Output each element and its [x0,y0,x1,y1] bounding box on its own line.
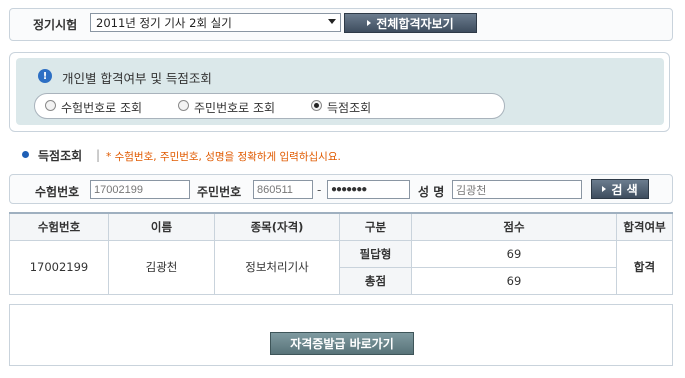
header-exam-number: 수험번호 [9,212,109,241]
cell-result: 합격 [616,239,673,295]
table-header-row: 수험번호 이름 종목(자격) 구분 점수 합격여부 [9,212,673,241]
search-button[interactable]: 검 색 [591,179,649,199]
cell-score-total: 69 [411,266,617,295]
section-note: * 수험번호, 주민번호, 성명을 정확하게 입력하십시요. [106,151,341,163]
radio-exam-number-label[interactable]: 수험번호로 조회 [61,99,142,116]
radio-resident-number-label[interactable]: 주민번호로 조회 [194,99,275,116]
header-certificate: 종목(자격) [214,212,340,241]
header-result: 합격여부 [616,212,673,241]
view-all-passers-button[interactable]: 전체합격자보기 [344,13,477,33]
cell-exam-number: 17002199 [9,239,109,295]
radio-exam-number[interactable] [45,100,56,111]
chevron-down-icon [328,19,336,24]
inquiry-options-title: 개인별 합격여부 및 득점조회 [62,71,212,86]
radio-score-inquiry[interactable] [311,100,322,111]
cell-certificate: 정보처리기사 [214,239,340,295]
cell-category-written: 필답형 [339,239,412,268]
section-separator: | [96,148,101,162]
radio-resident-number[interactable] [178,100,189,111]
info-icon: ! [38,69,52,83]
arrow-right-icon [367,20,372,26]
exam-select-value: 2011년 정기 기사 2회 실기 [96,16,232,30]
header-category: 구분 [339,212,412,241]
name-input[interactable] [452,180,582,199]
view-all-passers-label: 전체합격자보기 [376,16,454,31]
radio-score-inquiry-label[interactable]: 득점조회 [327,99,371,116]
section-title: 득점조회 [38,149,83,163]
search-button-label: 검 색 [611,182,638,197]
exam-type-label: 정기시험 [33,18,78,32]
bullet-icon [22,151,29,158]
resident-number-label: 주민번호 [197,185,242,199]
exam-select[interactable]: 2011년 정기 기사 2회 실기 [90,13,341,32]
cell-name: 김광천 [108,239,215,295]
exam-number-input[interactable] [90,180,190,199]
resident-number-back-input[interactable] [327,180,410,199]
arrow-right-icon [602,186,607,192]
certificate-issue-button[interactable]: 자격증발급 바로가기 [270,332,414,355]
table-row: 17002199 김광천 정보처리기사 필답형 69 합격 [9,239,673,295]
results-table: 수험번호 이름 종목(자격) 구분 점수 합격여부 17002199 김광천 정… [9,212,673,295]
header-score: 점수 [411,212,617,241]
cell-score-written: 69 [411,239,617,268]
cell-category-total: 총점 [339,266,412,295]
exam-number-label: 수험번호 [35,185,80,199]
resident-number-dash: - [317,183,322,197]
name-label: 성 명 [418,185,445,199]
resident-number-front-input[interactable] [253,180,313,199]
header-name: 이름 [108,212,215,241]
